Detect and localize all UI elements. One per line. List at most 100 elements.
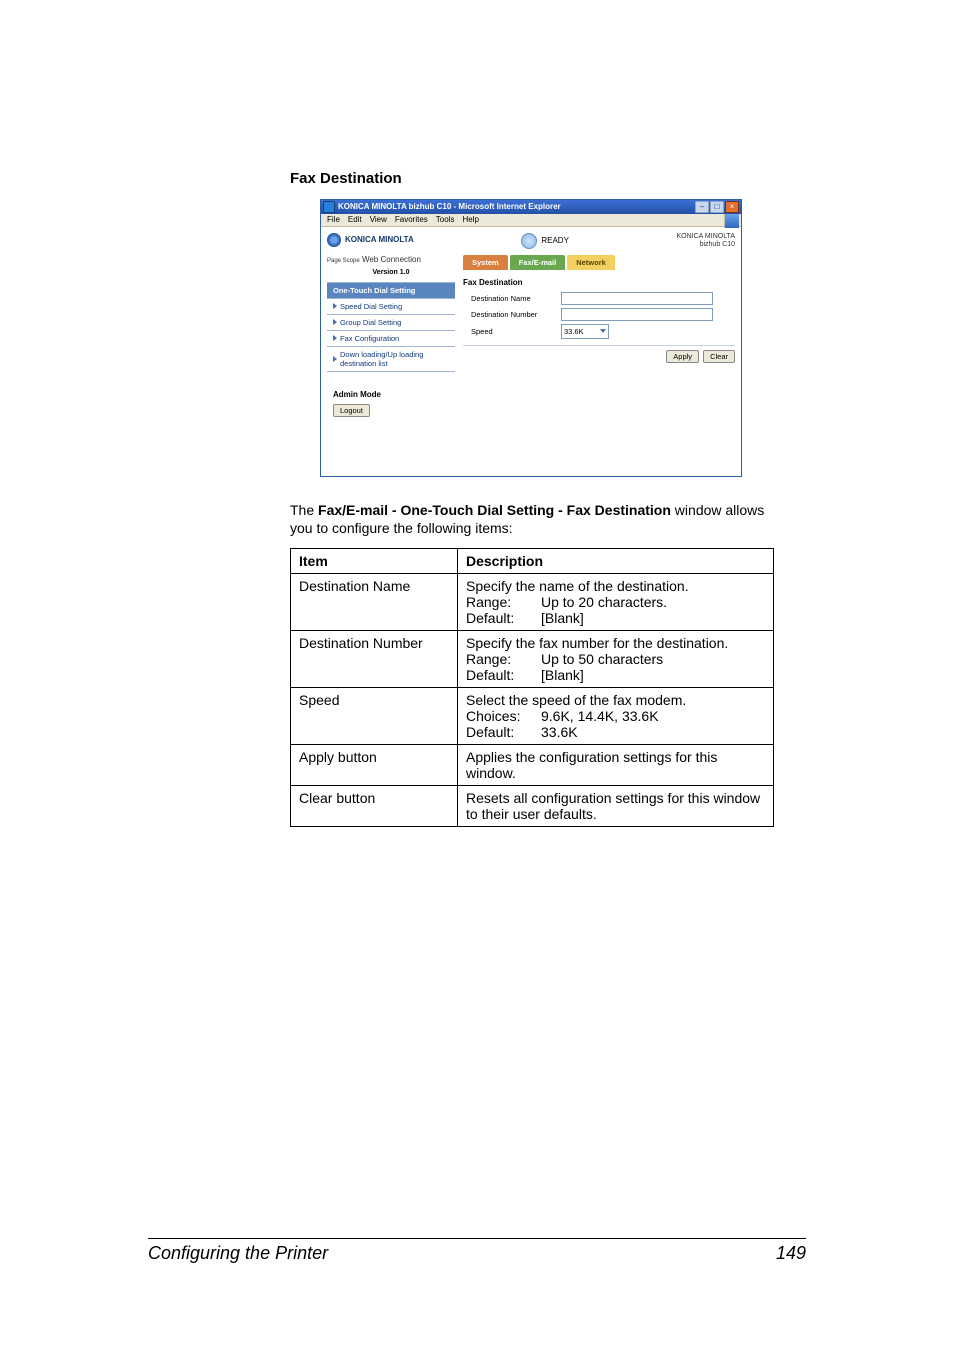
intro-pre: The [290, 502, 318, 518]
nav-label: Fax Configuration [340, 334, 399, 343]
desc-default-value: 33.6K [541, 724, 578, 740]
version-label: Version 1.0 [327, 266, 455, 282]
apply-button[interactable]: Apply [666, 350, 699, 363]
desc-range-value: Up to 50 characters [541, 651, 663, 667]
tab-network[interactable]: Network [567, 255, 615, 270]
table-row: Destination Number Specify the fax numbe… [291, 631, 774, 688]
menu-edit[interactable]: Edit [348, 215, 362, 225]
clear-button[interactable]: Clear [703, 350, 735, 363]
desc-main: Select the speed of the fax modem. [466, 692, 765, 708]
nav-group-dial[interactable]: Group Dial Setting [327, 314, 455, 330]
desc-default-value: [Blank] [541, 667, 584, 683]
nav-speed-dial[interactable]: Speed Dial Setting [327, 298, 455, 314]
maximize-button[interactable]: □ [710, 201, 724, 213]
cell-description: Specify the name of the destination. Ran… [458, 574, 774, 631]
ie-content: KONICA MINOLTA READY KONICA MINOLTA bizh… [321, 227, 741, 476]
intro-bold: Fax/E-mail - One-Touch Dial Setting - Fa… [318, 502, 671, 518]
triangle-icon [333, 335, 337, 341]
page: Fax Destination KONICA MINOLTA bizhub C1… [0, 0, 954, 1350]
triangle-icon [333, 303, 337, 309]
brand-text: KONICA MINOLTA [345, 235, 414, 245]
cell-description: Specify the fax number for the destinati… [458, 631, 774, 688]
admin-mode-label: Admin Mode [333, 390, 455, 400]
ie-menubar: File Edit View Favorites Tools Help [321, 214, 741, 227]
embedded-screenshot: KONICA MINOLTA bizhub C10 - Microsoft In… [320, 199, 774, 477]
nav-label: Down loading/Up loading destination list [340, 350, 449, 368]
cell-item: Apply button [291, 745, 458, 786]
button-row: Apply Clear [463, 350, 735, 363]
cell-description: Select the speed of the fax modem. Choic… [458, 688, 774, 745]
select-speed-value: 33.6K [564, 327, 584, 336]
logout-button[interactable]: Logout [333, 404, 370, 417]
input-destination-name[interactable] [561, 292, 713, 305]
cell-item: Destination Name [291, 574, 458, 631]
triangle-icon [333, 319, 337, 325]
cell-description: Resets all configuration settings for th… [458, 786, 774, 827]
ie-window: KONICA MINOLTA bizhub C10 - Microsoft In… [320, 199, 742, 477]
window-controls: – □ × [695, 201, 739, 213]
select-speed[interactable]: 33.6K [561, 324, 609, 339]
nav-down-up-loading[interactable]: Down loading/Up loading destination list [327, 346, 455, 372]
row-destination-name: Destination Name [463, 292, 735, 305]
cell-item: Destination Number [291, 631, 458, 688]
ie-throbber-icon [724, 214, 739, 228]
row-speed: Speed 33.6K [463, 324, 735, 339]
nav-label: Speed Dial Setting [340, 302, 402, 311]
brand-right-line2: bizhub C10 [677, 241, 735, 249]
intro-paragraph: The Fax/E-mail - One-Touch Dial Setting … [290, 501, 774, 539]
section-heading: Fax Destination [290, 170, 774, 187]
brand-left: KONICA MINOLTA [327, 233, 414, 247]
nav-label: One-Touch Dial Setting [333, 286, 415, 295]
menu-help[interactable]: Help [462, 215, 478, 225]
main-row: Page Scope Web Connection Version 1.0 On… [327, 255, 735, 416]
table-row: Clear button Resets all configuration se… [291, 786, 774, 827]
desc-default-value: [Blank] [541, 610, 584, 626]
table-row: Destination Name Specify the name of the… [291, 574, 774, 631]
label-destination-number: Destination Number [463, 310, 561, 319]
pagescope-web-connection: Page Scope Web Connection [327, 255, 455, 265]
cell-description: Applies the configuration settings for t… [458, 745, 774, 786]
config-table: Item Description Destination Name Specif… [290, 548, 774, 827]
menu-file[interactable]: File [327, 215, 340, 225]
desc-range-label: Range: [466, 594, 541, 610]
menu-tools[interactable]: Tools [436, 215, 455, 225]
left-sidebar: Page Scope Web Connection Version 1.0 On… [327, 255, 455, 416]
table-header-row: Item Description [291, 549, 774, 574]
menu-view[interactable]: View [370, 215, 387, 225]
cell-item: Clear button [291, 786, 458, 827]
brand-row: KONICA MINOLTA READY KONICA MINOLTA bizh… [327, 231, 735, 254]
printer-status-icon [521, 233, 537, 249]
desc-default-label: Default: [466, 610, 541, 626]
ie-app-icon [323, 201, 335, 213]
input-destination-number[interactable] [561, 308, 713, 321]
row-destination-number: Destination Number [463, 308, 735, 321]
status-area: READY [521, 233, 569, 249]
divider [463, 345, 735, 346]
menu-favorites[interactable]: Favorites [395, 215, 428, 225]
table-row: Apply button Applies the configuration s… [291, 745, 774, 786]
ie-title-left: KONICA MINOLTA bizhub C10 - Microsoft In… [323, 201, 561, 213]
th-item: Item [291, 549, 458, 574]
ie-titlebar: KONICA MINOLTA bizhub C10 - Microsoft In… [321, 200, 741, 214]
nav-one-touch-dial[interactable]: One-Touch Dial Setting [327, 282, 455, 298]
label-speed: Speed [463, 327, 561, 336]
desc-default-label: Default: [466, 667, 541, 683]
desc-default-label: Default: [466, 724, 541, 740]
tab-row: System Fax/E-mail Network [463, 255, 735, 270]
minimize-button[interactable]: – [695, 201, 709, 213]
desc-range-value: 9.6K, 14.4K, 33.6K [541, 708, 659, 724]
close-button[interactable]: × [725, 201, 739, 213]
desc-main: Specify the fax number for the destinati… [466, 635, 765, 651]
label-destination-name: Destination Name [463, 294, 561, 303]
table-row: Speed Select the speed of the fax modem.… [291, 688, 774, 745]
chevron-down-icon [600, 329, 606, 333]
status-text: READY [541, 236, 569, 246]
desc-range-label: Choices: [466, 708, 541, 724]
cell-item: Speed [291, 688, 458, 745]
tab-system[interactable]: System [463, 255, 508, 270]
tab-fax-email[interactable]: Fax/E-mail [510, 255, 566, 270]
footer-page-number: 149 [776, 1243, 806, 1264]
desc-main: Specify the name of the destination. [466, 578, 765, 594]
nav-fax-configuration[interactable]: Fax Configuration [327, 330, 455, 346]
main-panel: System Fax/E-mail Network Fax Destinatio… [455, 255, 735, 416]
